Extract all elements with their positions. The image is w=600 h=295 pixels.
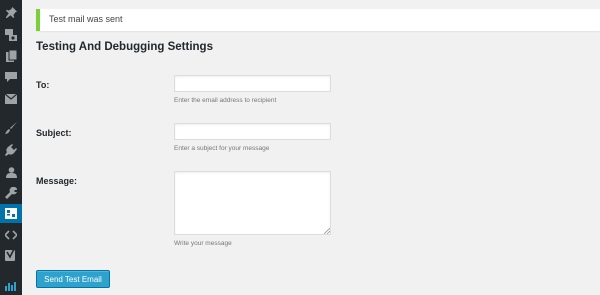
message-hint: Write your message xyxy=(174,240,232,247)
subject-label: Subject: xyxy=(36,128,72,138)
subject-hint: Enter a subject for your message xyxy=(174,145,270,152)
mail-icon[interactable] xyxy=(0,90,22,108)
pin-icon[interactable] xyxy=(0,3,22,21)
settings-icon[interactable] xyxy=(0,204,27,223)
to-label: To: xyxy=(36,80,50,90)
active-menu-arrow xyxy=(22,208,27,218)
page-title: Testing And Debugging Settings xyxy=(36,41,213,53)
to-email-input[interactable] xyxy=(174,75,331,92)
message-label: Message: xyxy=(36,176,78,186)
resize-grip-icon[interactable] xyxy=(324,228,330,234)
analytics-icon[interactable] xyxy=(0,277,22,295)
pages-icon[interactable] xyxy=(0,47,22,65)
tools-icon[interactable] xyxy=(0,184,22,202)
notice-message: Test mail was sent xyxy=(49,14,123,24)
admin-sidebar xyxy=(0,0,27,295)
message-textarea[interactable] xyxy=(174,171,331,235)
brush-icon[interactable] xyxy=(0,119,22,137)
plugins-icon[interactable] xyxy=(0,141,22,159)
code-icon[interactable] xyxy=(0,226,22,244)
send-test-email-button[interactable]: Send Test Email xyxy=(36,270,110,288)
seo-icon[interactable] xyxy=(0,246,22,264)
subject-input[interactable] xyxy=(174,123,331,140)
to-hint: Enter the email address to recipient xyxy=(174,97,277,104)
media-icon[interactable] xyxy=(0,26,22,44)
users-icon[interactable] xyxy=(0,163,22,181)
success-notice: Test mail was sent xyxy=(36,9,600,31)
comments-icon[interactable] xyxy=(0,68,22,86)
